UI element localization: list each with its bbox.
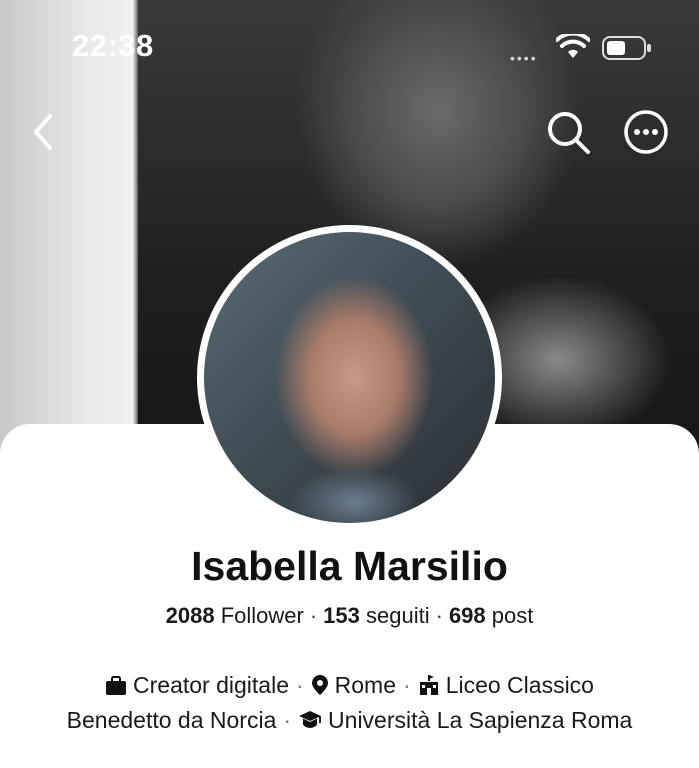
profile-stats: 2088 Follower · 153 seguiti · 698 post (0, 603, 699, 629)
wifi-icon (556, 34, 590, 58)
posts-label: post (491, 603, 534, 628)
avatar[interactable] (197, 225, 502, 530)
following-label: seguiti (366, 603, 430, 628)
location-text[interactable]: Rome (335, 672, 396, 698)
graduation-cap-icon (299, 711, 322, 728)
followers-label: Follower (220, 603, 304, 628)
profile-details-line-2: Benedetto da Norcia · Università La Sapie… (0, 707, 699, 734)
posts-stat[interactable]: 698 post (449, 603, 533, 628)
cellular-signal-icon: •••• (510, 50, 538, 66)
status-time: 22:38 (72, 28, 154, 63)
separator-dot: · (295, 672, 304, 698)
profile-picture (204, 232, 495, 523)
school-icon (419, 675, 438, 695)
separator-dot: · (309, 603, 318, 628)
university-text[interactable]: Università La Sapienza Roma (328, 707, 632, 733)
followers-count: 2088 (165, 603, 215, 628)
profile-details-line-1: Creator digitale · Rome · Liceo Classico (0, 672, 699, 699)
profile-name: Isabella Marsilio (191, 543, 508, 589)
location-pin-icon (311, 675, 328, 695)
posts-count: 698 (448, 603, 486, 628)
more-options-button[interactable] (622, 108, 670, 156)
status-bar: 22:38 •••• (0, 0, 699, 90)
following-count: 153 (323, 603, 360, 628)
back-icon (34, 114, 52, 150)
separator-dot: · (435, 603, 443, 628)
separator-dot: · (403, 672, 411, 698)
separator-dot: · (283, 707, 292, 733)
search-button[interactable] (544, 108, 592, 156)
followers-stat[interactable]: 2088 Follower (166, 603, 304, 628)
category-text: Creator digitale (133, 672, 289, 698)
more-icon (624, 110, 668, 154)
search-icon (548, 112, 590, 154)
battery-icon (602, 36, 651, 60)
briefcase-icon (106, 676, 127, 695)
school-text-part2[interactable]: Benedetto da Norcia (67, 707, 277, 733)
following-stat[interactable]: 153 seguiti (323, 603, 429, 628)
back-button[interactable] (26, 110, 66, 154)
school-text-part1[interactable]: Liceo Classico (446, 672, 594, 698)
